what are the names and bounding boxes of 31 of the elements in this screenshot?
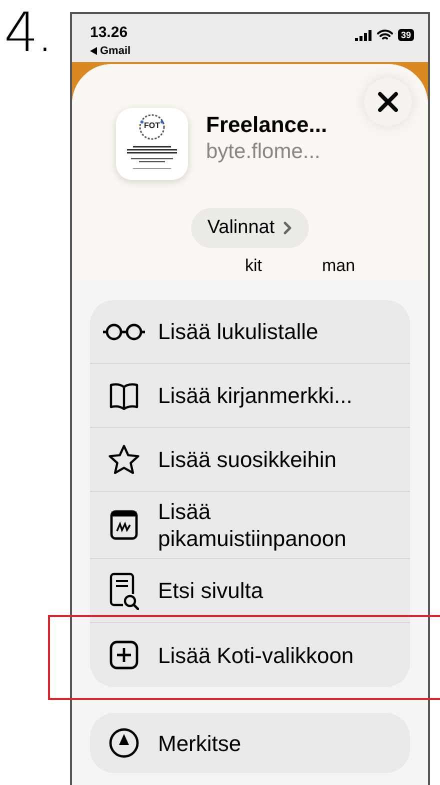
back-link[interactable]: Gmail (100, 45, 131, 57)
find-page-icon (109, 572, 139, 610)
options-button[interactable]: Valinnat (191, 208, 309, 248)
page-url: byte.flome... (206, 140, 322, 164)
status-time: 13.26 (90, 24, 129, 41)
page-title: Freelance... (206, 112, 328, 138)
star-icon (108, 444, 140, 476)
chevron-icon (282, 221, 293, 235)
action-item[interactable]: Merkitse (158, 730, 242, 756)
logo-text: FOT (144, 121, 160, 130)
back-triangle-icon (90, 47, 97, 55)
logo-ring-icon (137, 112, 167, 142)
signal-icon (354, 30, 372, 40)
action-item[interactable]: Etsi sivulta (158, 577, 264, 604)
glasses-icon (102, 322, 146, 340)
action-item[interactable]: Lisää pikamuistiinpanoon (158, 498, 400, 552)
battery-indicator: 39 (398, 29, 414, 41)
action-item[interactable]: Lisää suosikkeihin (158, 446, 337, 473)
close-icon (377, 91, 399, 113)
note-icon (110, 510, 138, 540)
app-label: man (322, 256, 356, 277)
pen-tip-icon (108, 727, 140, 759)
add-square-icon (109, 640, 139, 670)
app-label: kit (244, 256, 262, 277)
book-icon (109, 382, 139, 410)
close-button[interactable] (364, 78, 412, 126)
action-item[interactable]: Lisää Koti-valikkoon (158, 642, 354, 668)
step-number: 4. (3, 0, 53, 66)
wifi-icon (376, 29, 393, 41)
action-item[interactable]: Lisää kirjanmerkki... (158, 382, 352, 409)
action-item[interactable]: Lisää lukulistalle (158, 318, 318, 345)
